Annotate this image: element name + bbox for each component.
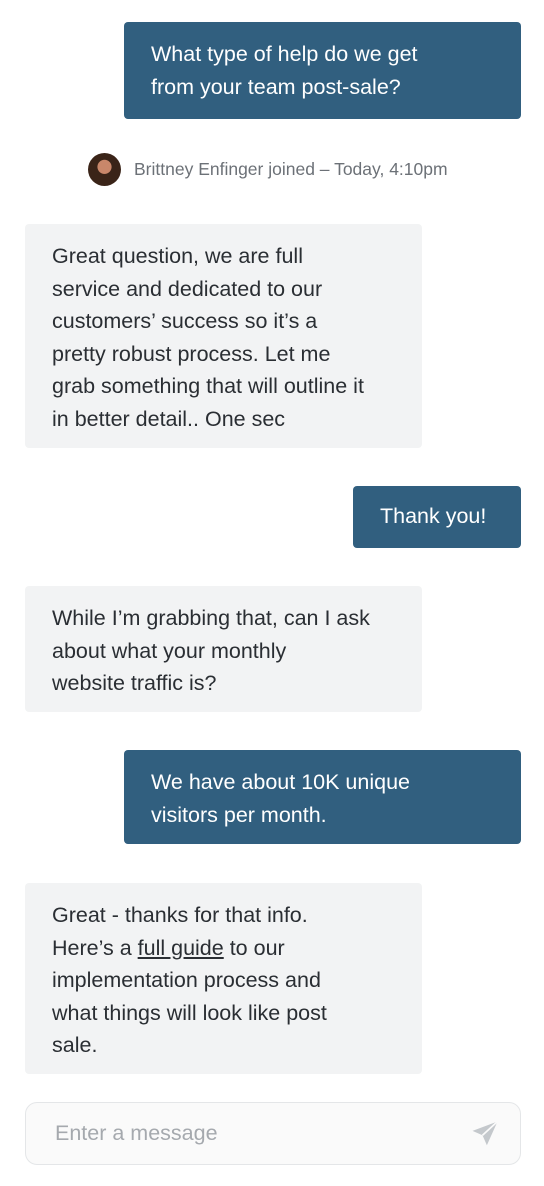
agent-avatar (88, 152, 121, 186)
message-composer (25, 1102, 521, 1165)
agent-message: Great question, we are full service and … (25, 224, 422, 448)
paper-plane-icon[interactable] (470, 1119, 500, 1149)
visitor-message: Thank you! (353, 486, 521, 548)
agent-joined-notice: Brittney Enfinger joined – Today, 4:10pm (88, 152, 448, 186)
message-input[interactable] (53, 1120, 470, 1147)
visitor-message: We have about 10K unique visitors per mo… (124, 750, 521, 844)
visitor-message: What type of help do we get from your te… (124, 22, 521, 119)
agent-message: Great - thanks for that info. Here’s a f… (25, 883, 422, 1074)
agent-message: While I’m grabbing that, can I ask about… (25, 586, 422, 712)
full-guide-link[interactable]: full guide (138, 936, 224, 960)
joined-text: Brittney Enfinger joined – Today, 4:10pm (134, 158, 448, 179)
